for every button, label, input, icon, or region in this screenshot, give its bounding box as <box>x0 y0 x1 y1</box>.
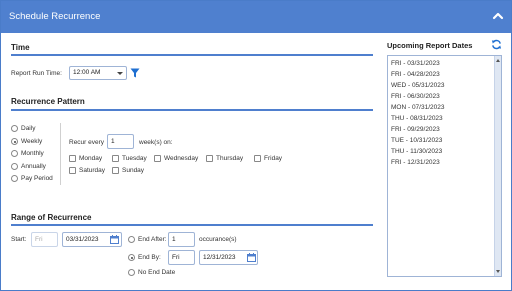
calendar-icon[interactable] <box>247 253 256 262</box>
scroll-up-icon[interactable] <box>496 59 500 62</box>
upcoming-dates-list[interactable]: FRI - 03/31/2023 FRI - 04/28/2023 WED - … <box>387 55 502 277</box>
radio-monthly-label: Monthly <box>21 150 44 157</box>
no-end-date-label: No End Date <box>138 269 176 276</box>
range-section-rule <box>11 224 373 226</box>
list-item[interactable]: THU - 08/31/2023 <box>391 115 443 122</box>
end-after-label: End After: <box>138 236 167 243</box>
list-item[interactable]: FRI - 09/29/2023 <box>391 126 440 133</box>
radio-annually-label: Annually <box>21 163 46 170</box>
recurrence-section-rule <box>11 109 373 111</box>
radio-no-end-date[interactable] <box>128 269 135 276</box>
list-item[interactable]: FRI - 04/28/2023 <box>391 71 440 78</box>
report-run-time-select[interactable]: 12:00 AM <box>69 66 127 80</box>
checkbox-friday-label: Friday <box>264 155 283 162</box>
panel-title: Schedule Recurrence <box>9 11 101 22</box>
radio-daily-label: Daily <box>21 125 36 132</box>
start-day-field: Fri <box>31 232 58 247</box>
list-scrollbar[interactable] <box>494 56 501 276</box>
recur-every-label: Recur every <box>69 139 105 146</box>
occurrences-label: occurance(s) <box>199 236 237 243</box>
radio-pay-period[interactable] <box>11 175 18 182</box>
calendar-icon[interactable] <box>110 235 119 244</box>
time-section-title: Time <box>11 43 30 52</box>
checkbox-sunday[interactable] <box>112 167 119 174</box>
radio-end-after[interactable] <box>128 236 135 243</box>
radio-pay-period-label: Pay Period <box>21 175 53 182</box>
checkbox-tuesday-label: Tuesday <box>122 155 147 162</box>
checkbox-saturday-label: Saturday <box>79 167 106 174</box>
radio-monthly[interactable] <box>11 150 18 157</box>
report-run-time-label: Report Run Time: <box>11 70 62 77</box>
checkbox-wednesday-label: Wednesday <box>164 155 199 162</box>
collapse-icon[interactable] <box>491 9 505 23</box>
filter-icon[interactable] <box>130 68 140 78</box>
panel-header: Schedule Recurrence <box>1 1 511 33</box>
list-item[interactable]: THU - 11/30/2023 <box>391 148 442 155</box>
checkbox-thursday-label: Thursday <box>216 155 244 162</box>
list-item[interactable]: FRI - 06/30/2023 <box>391 93 440 100</box>
recur-every-input[interactable]: 1 <box>107 134 134 149</box>
end-after-input[interactable]: 1 <box>168 232 195 247</box>
time-section-rule <box>11 54 373 56</box>
checkbox-monday-label: Monday <box>79 155 103 162</box>
list-item[interactable]: FRI - 12/31/2023 <box>391 159 440 166</box>
checkbox-friday[interactable] <box>254 155 261 162</box>
checkbox-tuesday[interactable] <box>112 155 119 162</box>
recurrence-section-title: Recurrence Pattern <box>11 97 85 106</box>
list-item[interactable]: FRI - 03/31/2023 <box>391 60 440 67</box>
radio-end-by[interactable] <box>128 254 135 261</box>
radio-weekly[interactable] <box>11 138 18 145</box>
checkbox-saturday[interactable] <box>69 167 76 174</box>
checkbox-sunday-label: Sunday <box>122 167 145 174</box>
end-by-label: End By: <box>138 254 161 261</box>
upcoming-dates-title: Upcoming Report Dates <box>387 41 473 50</box>
list-item[interactable]: MON - 07/31/2023 <box>391 104 444 111</box>
list-item[interactable]: WED - 05/31/2023 <box>391 82 444 89</box>
scroll-down-icon[interactable] <box>496 270 500 273</box>
chevron-down-icon <box>117 72 123 75</box>
checkbox-wednesday[interactable] <box>154 155 161 162</box>
list-item[interactable]: TUE - 10/31/2023 <box>391 137 442 144</box>
start-date-value: 03/31/2023 <box>66 236 99 243</box>
end-by-day-field: Fri <box>168 250 195 265</box>
end-by-date-value: 12/31/2023 <box>203 254 236 261</box>
report-run-time-value: 12:00 AM <box>73 69 101 76</box>
checkbox-thursday[interactable] <box>206 155 213 162</box>
start-label: Start: <box>11 236 27 243</box>
range-section-title: Range of Recurrence <box>11 213 92 222</box>
checkbox-monday[interactable] <box>69 155 76 162</box>
radio-annually[interactable] <box>11 163 18 170</box>
recurrence-divider <box>60 123 61 185</box>
refresh-icon[interactable] <box>491 39 502 50</box>
weeks-on-label: week(s) on: <box>139 139 173 146</box>
radio-daily[interactable] <box>11 125 18 132</box>
schedule-recurrence-panel: Schedule Recurrence Time Report Run Time… <box>0 0 512 291</box>
radio-weekly-label: Weekly <box>21 138 43 145</box>
